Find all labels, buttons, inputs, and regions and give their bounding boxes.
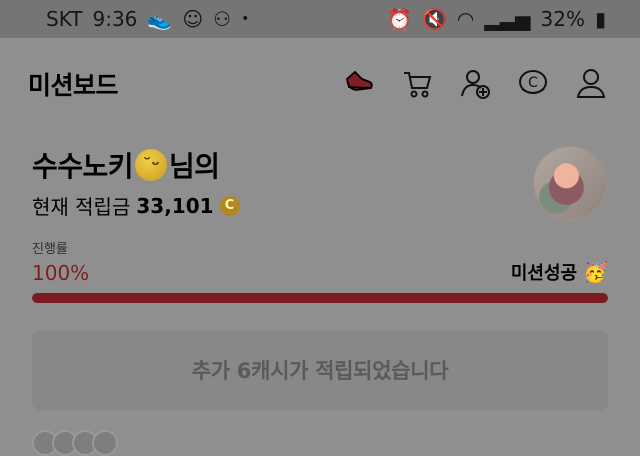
page-title: 미션보드: [28, 71, 119, 100]
success-label: 미션성공: [510, 263, 578, 284]
name-suffix: 님의: [169, 150, 220, 183]
status-dot: •: [241, 11, 250, 27]
points-row: 현재 적립금 33,101 C: [32, 191, 608, 220]
user-name: 수수노키: [32, 150, 134, 183]
wifi-icon: ◠: [456, 7, 475, 31]
shoe-icon[interactable]: [342, 67, 376, 101]
carrier-label: SKT: [46, 7, 83, 31]
alarm-icon: ⏰: [387, 7, 413, 31]
face-status-icon: ☺: [182, 7, 204, 31]
signal-icon: ▂▃▅: [484, 7, 531, 31]
svg-text:C: C: [528, 75, 538, 91]
thumbnail-strip: [32, 430, 118, 456]
cash-notice: 추가 6캐시가 적립되었습니다: [32, 330, 608, 410]
battery-icon: ▮: [594, 7, 606, 31]
party-icon: 🥳: [583, 260, 608, 284]
add-user-icon[interactable]: [458, 67, 492, 101]
points-coin-icon: C: [219, 195, 240, 216]
avatar[interactable]: [532, 145, 608, 221]
mission-success: 미션성공 🥳: [511, 259, 608, 285]
status-bar: SKT 9:36 👟 ☺ ⚇ • ⏰ 🔇 ◠ ▂▃▅ 32% ▮: [0, 0, 640, 38]
progress-value: 100%: [32, 261, 90, 285]
clock: 9:36: [92, 7, 138, 31]
wink-emoji-icon: ˘ᵕ: [135, 149, 168, 181]
points-value: 33,101: [136, 193, 214, 218]
user-icon[interactable]: [574, 67, 608, 101]
profile-section: 수수노키 ˘ᵕ 님의 현재 적립금 33,101 C: [32, 145, 608, 225]
coin-icon[interactable]: C: [516, 67, 550, 101]
greeting: 수수노키 ˘ᵕ 님의: [32, 145, 608, 185]
progress-track: [32, 293, 608, 303]
thumbnail[interactable]: [92, 430, 118, 456]
battery-level: 32%: [540, 7, 585, 31]
link-status-icon: ⚇: [213, 7, 232, 31]
progress-fill: [32, 293, 608, 303]
mission-progress: 진행률 100% 미션성공 🥳: [32, 238, 608, 312]
cart-icon[interactable]: [400, 67, 434, 101]
shoe-status-icon: 👟: [147, 7, 173, 31]
points-label: 현재 적립금: [32, 195, 131, 219]
progress-row: 100% 미션성공 🥳: [32, 259, 608, 285]
app-header: 미션보드 C: [0, 38, 640, 130]
status-left: SKT 9:36 👟 ☺ ⚇ •: [46, 7, 249, 31]
progress-label: 진행률: [32, 242, 68, 257]
status-right: ⏰ 🔇 ◠ ▂▃▅ 32% ▮: [387, 7, 606, 31]
mute-icon: 🔇: [422, 7, 447, 31]
header-actions: C: [342, 67, 608, 101]
